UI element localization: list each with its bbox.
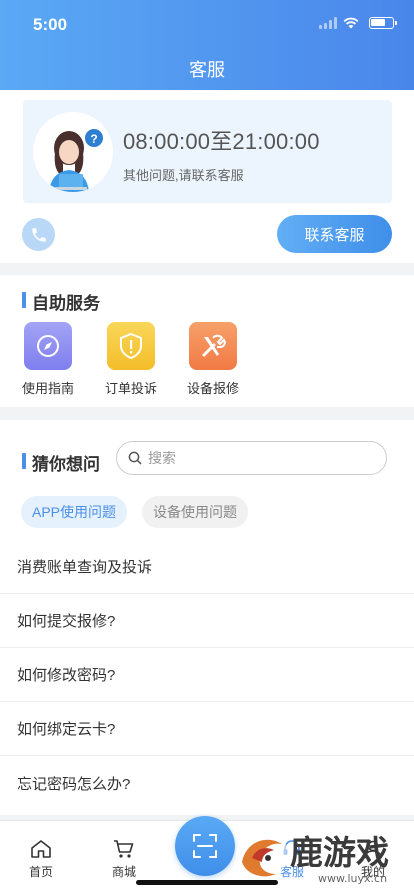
faq-item[interactable]: 如何提交报修? xyxy=(0,594,414,648)
home-indicator xyxy=(136,880,278,885)
service-hours-card: ? 08:00:00至21:00:00 其他问题,请联系客服 联系客服 xyxy=(0,90,414,263)
signal-icon xyxy=(319,17,337,29)
wifi-icon xyxy=(343,17,359,29)
page-title: 客服 xyxy=(189,60,225,80)
home-icon xyxy=(31,840,51,858)
tab-app-questions[interactable]: APP使用问题 xyxy=(21,496,128,528)
faq-item[interactable]: 如何修改密码? xyxy=(0,648,414,702)
watermark-url: www.luyx.cn xyxy=(318,872,387,885)
service-guide[interactable]: 使用指南 xyxy=(18,322,78,397)
status-bar: 5:00 xyxy=(0,0,414,50)
svg-text:?: ? xyxy=(90,132,97,146)
faq-item[interactable]: 忘记密码怎么办? xyxy=(0,756,414,810)
compass-icon xyxy=(24,322,72,370)
faq-search-box[interactable] xyxy=(116,441,387,475)
tab-mall[interactable]: 商城 xyxy=(94,839,154,880)
service-hours-text: 08:00:00至21:00:00 xyxy=(123,129,320,154)
self-service-title: 自助服务 xyxy=(22,289,100,314)
search-input[interactable] xyxy=(148,450,368,466)
scan-button[interactable] xyxy=(175,816,235,876)
contact-service-button[interactable]: 联系客服 xyxy=(277,215,392,253)
service-hours-box: ? 08:00:00至21:00:00 其他问题,请联系客服 xyxy=(23,100,392,203)
device-repair[interactable]: 设备报修 xyxy=(183,322,243,397)
shield-alert-icon xyxy=(107,322,155,370)
app-header: 5:00 客服 xyxy=(0,0,414,90)
phone-icon xyxy=(31,227,46,242)
faq-section: 猜你想问 APP使用问题 设备使用问题 消费账单查询及投诉 如何提交报修? 如何… xyxy=(0,420,414,815)
order-complaint[interactable]: 订单投诉 xyxy=(101,322,161,397)
tab-device-questions[interactable]: 设备使用问题 xyxy=(142,496,248,528)
tab-home-label: 首页 xyxy=(28,865,53,879)
service-hours-subtitle: 其他问题,请联系客服 xyxy=(123,168,244,183)
tab-mall-label: 商城 xyxy=(111,865,136,879)
phone-call-button[interactable] xyxy=(22,218,55,251)
battery-icon xyxy=(369,17,397,29)
device-repair-label: 设备报修 xyxy=(186,381,239,396)
self-service-section: 自助服务 使用指南 订单投诉 设备报修 xyxy=(0,275,414,407)
status-icons xyxy=(319,17,397,29)
scan-icon xyxy=(193,834,217,858)
service-guide-label: 使用指南 xyxy=(21,381,74,396)
order-complaint-label: 订单投诉 xyxy=(104,381,157,396)
faq-item[interactable]: 如何绑定云卡? xyxy=(0,702,414,756)
search-icon xyxy=(128,451,142,465)
customer-service-agent-icon: ? xyxy=(49,129,103,192)
tab-home[interactable]: 首页 xyxy=(11,839,71,880)
faq-item[interactable]: 消费账单查询及投诉 xyxy=(0,540,414,594)
cart-icon xyxy=(114,840,134,858)
watermark-text: 鹿游戏 xyxy=(290,833,389,872)
tools-icon xyxy=(189,322,237,370)
faq-title: 猜你想问 xyxy=(22,450,100,475)
status-time: 5:00 xyxy=(33,15,68,34)
agent-avatar: ? xyxy=(33,112,113,192)
